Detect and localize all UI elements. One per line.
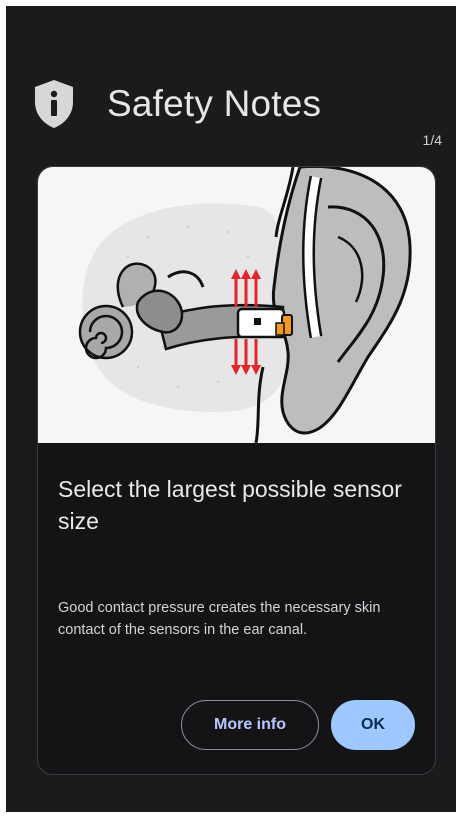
card-title: Select the largest possible sensor size (58, 476, 402, 534)
app-screen: Safety Notes 1/4 Select the largest poss… (6, 6, 456, 812)
page-indicator: 1/4 (422, 132, 442, 148)
header: Safety Notes (33, 76, 321, 132)
more-info-button[interactable]: More info (181, 700, 319, 750)
ear-sensor-illustration (38, 167, 435, 443)
page-title: Safety Notes (107, 83, 322, 124)
card-actions: More info OK (181, 700, 415, 750)
card-description: Good contact pressure creates the necess… (58, 600, 381, 638)
shield-info-icon (35, 80, 73, 128)
ok-button[interactable]: OK (331, 700, 415, 750)
safety-note-card: Select the largest possible sensor size … (37, 166, 436, 775)
